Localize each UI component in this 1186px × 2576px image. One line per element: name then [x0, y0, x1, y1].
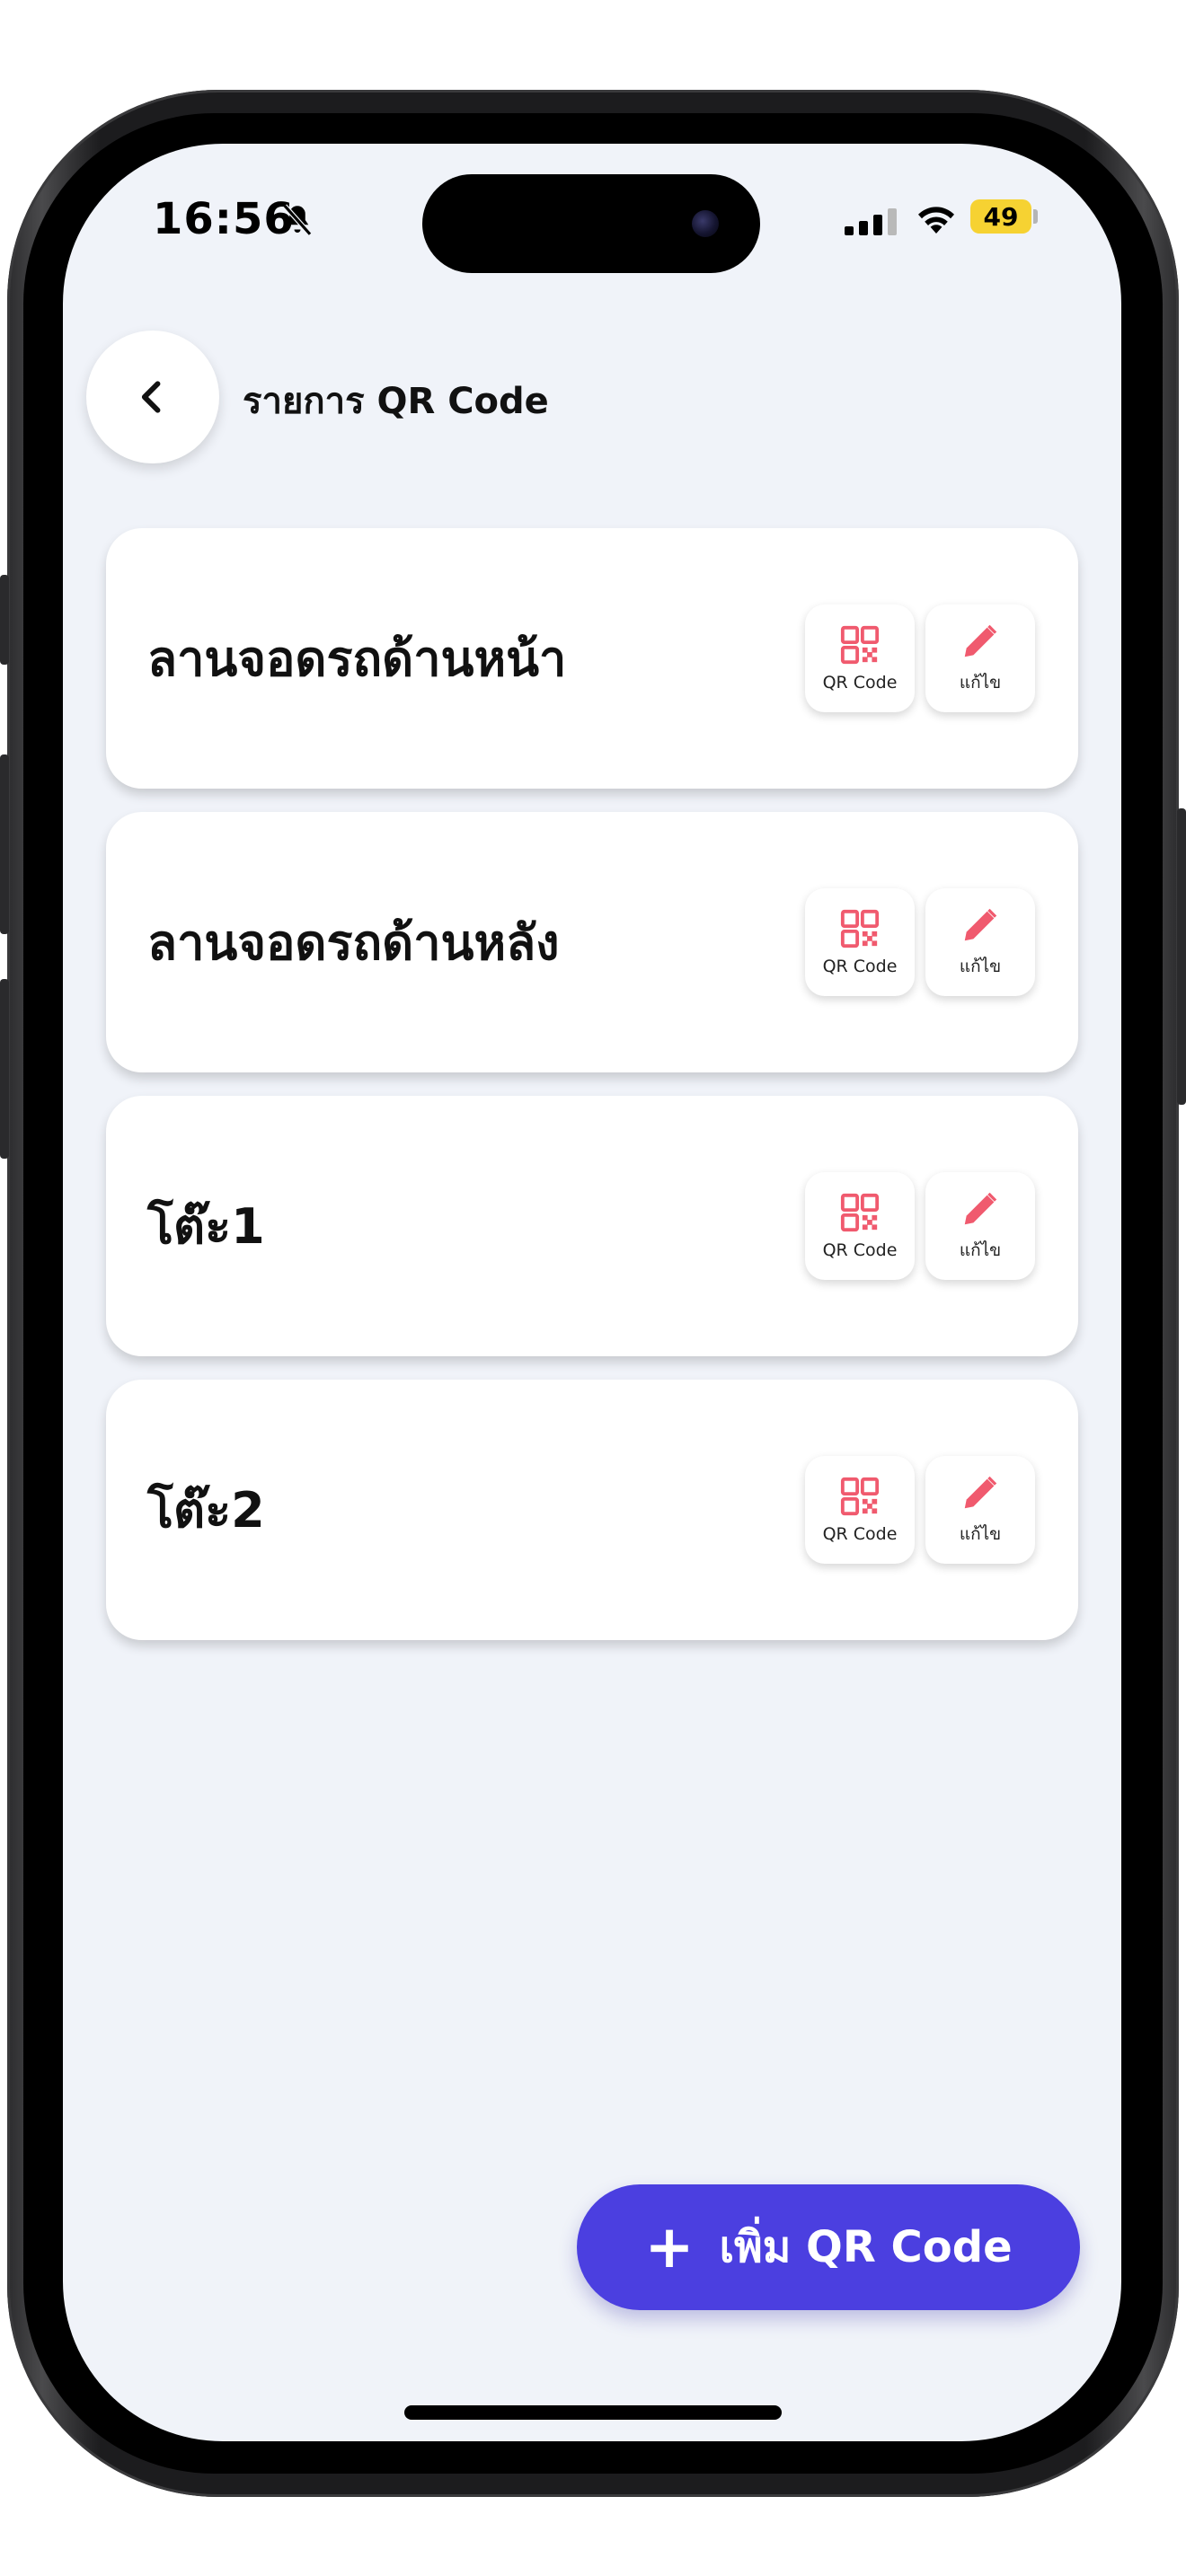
camera-icon	[692, 210, 719, 237]
item-name: โต๊ะ1	[147, 1198, 265, 1255]
bell-muted-icon	[282, 204, 313, 236]
list-item: โต๊ะ2 QR Code แก้ไข	[106, 1380, 1078, 1640]
edit-button[interactable]: แก้ไข	[925, 1456, 1035, 1564]
pencil-icon	[964, 908, 997, 941]
qr-code-button-label: QR Code	[822, 957, 898, 976]
qr-code-icon	[840, 1477, 880, 1516]
qr-code-button[interactable]: QR Code	[805, 1456, 915, 1564]
add-qr-code-button[interactable]: + เพิ่ม QR Code	[577, 2184, 1080, 2310]
add-qr-code-label: เพิ่ม QR Code	[719, 2222, 1013, 2272]
status-time: 16:56	[153, 194, 295, 244]
edit-button[interactable]: แก้ไข	[925, 888, 1035, 996]
back-button[interactable]	[86, 331, 219, 463]
qr-code-icon	[840, 625, 880, 665]
volume-up-button	[0, 754, 9, 934]
wifi-icon	[918, 207, 954, 234]
device-stage: 16:56 49 รายการ QR Code ลานจอดรถด้านหน้า…	[0, 0, 1186, 2576]
power-button	[1177, 808, 1186, 1105]
qr-code-button-label: QR Code	[822, 1240, 898, 1260]
page-title: รายการ QR Code	[243, 381, 549, 422]
action-button	[0, 575, 9, 665]
plus-icon: +	[644, 2212, 695, 2281]
qr-code-button[interactable]: QR Code	[805, 604, 915, 712]
item-name: โต๊ะ2	[147, 1482, 265, 1539]
item-name: ลานจอดรถด้านหลัง	[147, 914, 560, 971]
chevron-left-icon	[141, 381, 161, 413]
qr-code-list: ลานจอดรถด้านหน้า QR Code แก้ไข ลานจอดรถด…	[106, 528, 1078, 1663]
edit-button-label: แก้ไข	[959, 1240, 1002, 1260]
cellular-signal-icon	[845, 208, 897, 235]
edit-button-label: แก้ไข	[959, 673, 1002, 693]
battery-indicator: 49	[970, 199, 1031, 234]
edit-button-label: แก้ไข	[959, 1524, 1002, 1544]
edit-button-label: แก้ไข	[959, 957, 1002, 976]
edit-button[interactable]: แก้ไข	[925, 1172, 1035, 1280]
qr-code-button[interactable]: QR Code	[805, 888, 915, 996]
qr-code-icon	[840, 1193, 880, 1232]
dynamic-island	[422, 174, 760, 273]
pencil-icon	[964, 1476, 997, 1509]
app-screen: 16:56 49 รายการ QR Code ลานจอดรถด้านหน้า…	[63, 144, 1121, 2441]
list-item: ลานจอดรถด้านหน้า QR Code แก้ไข	[106, 528, 1078, 789]
pencil-icon	[964, 624, 997, 657]
qr-code-button[interactable]: QR Code	[805, 1172, 915, 1280]
list-item: ลานจอดรถด้านหลัง QR Code แก้ไข	[106, 812, 1078, 1072]
home-indicator[interactable]	[404, 2405, 782, 2420]
qr-code-icon	[840, 909, 880, 948]
pencil-icon	[964, 1192, 997, 1225]
volume-down-button	[0, 979, 9, 1159]
qr-code-button-label: QR Code	[822, 673, 898, 693]
item-name: ลานจอดรถด้านหน้า	[147, 631, 567, 687]
qr-code-button-label: QR Code	[822, 1524, 898, 1544]
list-item: โต๊ะ1 QR Code แก้ไข	[106, 1096, 1078, 1356]
edit-button[interactable]: แก้ไข	[925, 604, 1035, 712]
battery-nub	[1033, 209, 1038, 224]
